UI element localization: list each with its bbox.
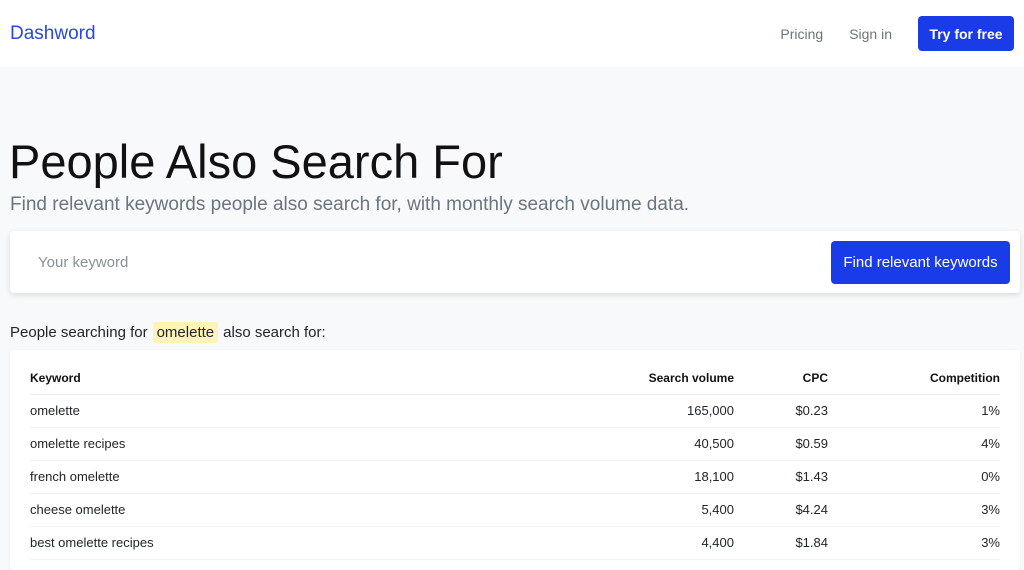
results-heading-suffix: also search for: [223,324,326,341]
cell-cpc: $1.84 [734,526,828,560]
cell-search-volume: 40,500 [590,427,734,461]
navbar: Dashword Pricing Sign in Try for free [0,0,1024,67]
column-header-competition: Competition [828,362,1000,395]
table-row: best omelette recipes 4,400 $1.84 3% [30,526,1000,560]
table-header-row: Keyword Search volume CPC Competition [30,362,1000,395]
cell-search-volume: 165,000 [590,394,734,428]
try-for-free-button[interactable]: Try for free [918,16,1014,51]
find-keywords-button[interactable]: Find relevant keywords [831,240,1010,284]
column-header-search-volume: Search volume [590,362,734,395]
search-card: Find relevant keywords [10,231,1020,293]
results-heading-prefix: People searching for [10,324,148,341]
keyword-input[interactable] [38,253,738,271]
cell-competition: 4% [828,427,1000,461]
cell-competition: 3% [828,526,1000,560]
column-header-cpc: CPC [734,362,828,395]
nav-links: Pricing Sign in Try for free [780,0,1014,67]
page-title: People Also Search For [9,135,503,188]
column-header-keyword: Keyword [30,362,590,395]
brand-logo-link[interactable]: Dashword [10,23,96,45]
cell-competition: 0% [828,460,1000,494]
cell-competition: 1% [828,394,1000,428]
cell-search-volume: 18,100 [590,460,734,494]
cell-keyword: omelette recipes [30,427,590,461]
nav-link-sign-in[interactable]: Sign in [849,26,892,42]
searched-keyword-badge: omelette [152,322,219,343]
cell-search-volume: 5,400 [590,493,734,527]
results-table-card: Keyword Search volume CPC Competition om… [10,350,1020,570]
table-row: omelette recipes 40,500 $0.59 4% [30,427,1000,461]
cell-cpc: $4.24 [734,493,828,527]
table-row: cheese omelette 5,400 $4.24 3% [30,493,1000,527]
table-row: french omelette 18,100 $1.43 0% [30,460,1000,494]
cell-keyword: cheese omelette [30,493,590,527]
table-row: omelette 165,000 $0.23 1% [30,394,1000,428]
cell-keyword: best omelette recipes [30,526,590,560]
cell-competition: 3% [828,493,1000,527]
cell-cpc: $0.59 [734,427,828,461]
cell-search-volume: 4,400 [590,526,734,560]
cell-cpc: $0.23 [734,394,828,428]
nav-link-pricing[interactable]: Pricing [780,26,823,42]
results-heading: People searching for omelette also searc… [10,322,326,343]
cell-cpc: $1.43 [734,460,828,494]
page-subtitle: Find relevant keywords people also searc… [10,194,690,215]
cell-keyword: french omelette [30,460,590,494]
results-table: Keyword Search volume CPC Competition om… [30,362,1000,560]
cell-keyword: omelette [30,394,590,428]
